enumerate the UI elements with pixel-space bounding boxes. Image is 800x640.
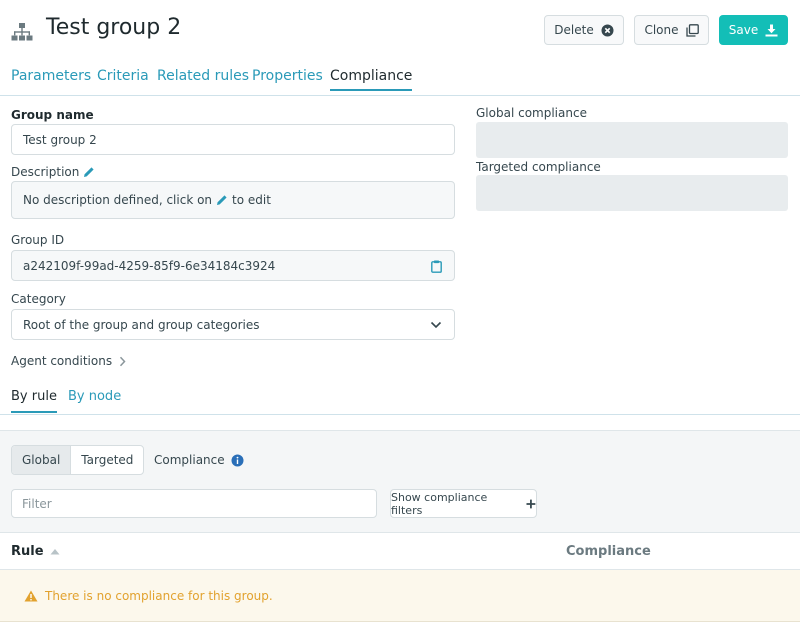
warning-icon [24,590,38,601]
compliance-label: Compliance [154,453,225,467]
chevron-down-icon [430,321,442,329]
show-compliance-filters-button[interactable]: Show compliance filters [390,489,537,518]
save-button-label: Save [728,23,759,37]
group-name-value: Test group 2 [23,132,97,147]
agent-conditions-label: Agent conditions [11,354,113,368]
sort-up-icon [50,549,60,555]
plus-icon [526,499,536,508]
clone-button-label: Clone [644,23,679,37]
chevron-right-icon [120,356,126,366]
tab-parameters[interactable]: Parameters [11,68,91,84]
category-label: Category [11,292,66,306]
pencil-icon [217,195,227,205]
global-compliance-label: Global compliance [476,106,587,120]
copy-icon [685,23,699,37]
compliance-mode-label: Compliance [154,453,244,467]
filter-input[interactable]: Filter [11,489,377,518]
compliance-subtabs: By rule By node [0,380,800,415]
info-icon[interactable] [231,454,244,467]
filter-placeholder: Filter [22,496,52,511]
clipboard-icon[interactable] [431,260,442,273]
download-icon [765,24,778,36]
rule-column-label: Rule [11,544,44,559]
description-placeholder-end: to edit [232,193,271,207]
filter-panel: Global Targeted Compliance Filter Show c… [0,430,800,532]
delete-button[interactable]: Delete [544,15,624,45]
targeted-toggle-button[interactable]: Targeted [71,446,143,474]
description-placeholder-start: No description defined, click on [23,193,213,207]
tab-by-node[interactable]: By node [68,389,121,404]
empty-compliance-message: There is no compliance for this group. [45,588,273,603]
clone-button[interactable]: Clone [634,15,709,45]
targeted-compliance-label: Targeted compliance [476,160,601,174]
table-header: Rule Compliance [0,532,800,570]
show-filters-label: Show compliance filters [391,490,488,517]
group-id-value: a242109f-99ad-4259-85f9-6e34184c3924 [23,258,276,273]
tab-related-rules[interactable]: Related rules [157,68,249,84]
save-button[interactable]: Save [719,15,788,45]
tab-properties[interactable]: Properties [252,68,323,84]
description-label-row: Description [11,165,95,179]
tab-by-rule[interactable]: By rule [11,389,57,413]
category-value: Root of the group and group categories [23,317,260,332]
page-header: Test group 2 Delete Clone Save [0,0,800,62]
group-id-label: Group ID [11,233,65,247]
targeted-compliance-bar [476,175,788,211]
group-name-input[interactable]: Test group 2 [11,124,455,155]
rule-column-header[interactable]: Rule [11,544,60,559]
global-compliance-bar [476,122,788,158]
global-toggle-button[interactable]: Global [12,446,72,474]
group-id-field: a242109f-99ad-4259-85f9-6e34184c3924 [11,250,455,281]
pencil-icon[interactable] [83,166,95,178]
tab-compliance[interactable]: Compliance [330,68,413,91]
category-select[interactable]: Root of the group and group categories [11,309,455,340]
empty-compliance-warning: There is no compliance for this group. [0,570,800,622]
page-title: Test group 2 [46,15,182,40]
agent-conditions-toggle[interactable]: Agent conditions [11,354,126,368]
description-label: Description [11,165,80,179]
sitemap-icon [11,23,33,41]
description-field[interactable]: No description defined, click on to edit [11,181,455,219]
delete-button-label: Delete [554,23,594,37]
main-tabs: Parameters Criteria Related rules Proper… [0,62,800,96]
group-name-label: Group name [11,108,94,122]
compliance-column-header[interactable]: Compliance [566,544,651,559]
compliance-mode-toggle: Global Targeted [11,445,145,475]
tab-criteria[interactable]: Criteria [97,68,149,84]
close-circle-icon [601,24,614,36]
